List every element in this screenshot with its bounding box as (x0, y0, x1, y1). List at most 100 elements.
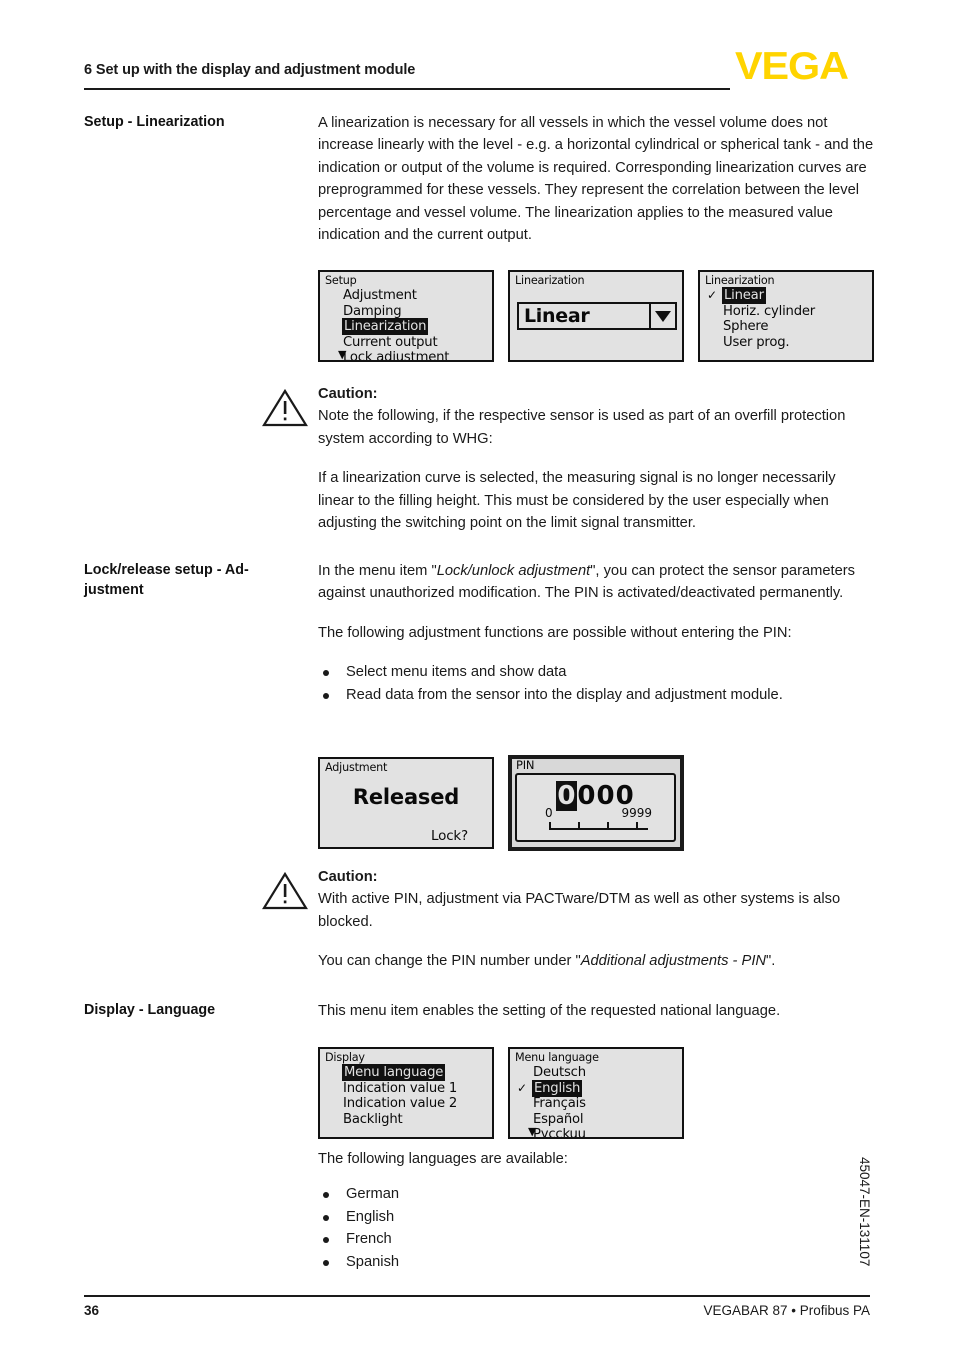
lcd-menu-list: Menu language Indication value 1 Indicat… (325, 1064, 457, 1128)
list-item-label: Damping (343, 303, 402, 319)
list-item: Read data from the sensor into the displ… (318, 684, 874, 706)
list-item-selected[interactable]: Menu language (325, 1064, 457, 1081)
paragraph-emphasis: Additional adjustments - PIN (580, 953, 767, 970)
list-item[interactable]: Damping (325, 304, 449, 320)
list-item-selected[interactable]: ✓ English (515, 1079, 586, 1097)
list-item-label: Español (533, 1111, 584, 1127)
list-item[interactable]: Indication value 2 (325, 1096, 457, 1112)
list-item-label: User prog. (723, 334, 790, 350)
linearization-select[interactable]: Linear (517, 302, 677, 330)
paragraph: A linearization is necessary for all ves… (318, 115, 874, 244)
scale-min-label: 0 (545, 806, 553, 820)
bullet-list-pin-free-functions: Select menu items and show data Read dat… (318, 661, 874, 706)
caution-text: Caution: Note the following, if the respe… (318, 383, 874, 534)
section-heading-display-language: Display - Language (84, 1002, 216, 1018)
lcd-linearization-options[interactable]: Linearization ✓ Linear Horiz. cylinder Sp… (698, 270, 874, 362)
caution-paragraph-2: You can change the PIN number under "Add… (318, 950, 874, 972)
list-item-label: Adjustment (343, 288, 417, 303)
pin-inner-panel: 0000 0 9999 (515, 773, 676, 842)
lcd-title: PIN (516, 758, 535, 772)
list-item[interactable]: Indication value 1 (325, 1081, 457, 1097)
lcd-linearization-dropdown[interactable]: Linearization Linear (508, 270, 684, 362)
lcd-setup-menu[interactable]: Setup Adjustment Damping Linearization C… (318, 270, 494, 362)
list-item-label: Backlight (343, 1111, 403, 1127)
paragraph-part: In the menu item " (318, 563, 437, 579)
list-item[interactable]: User prog. (705, 335, 815, 351)
lcd-pin-entry[interactable]: 0000 0 9999 PIN (508, 755, 684, 851)
chevron-down-icon[interactable] (649, 304, 675, 328)
paragraph-part: You can change the PIN number under " (318, 953, 581, 970)
section-heading-line-2: justment (84, 581, 144, 598)
select-value: Linear (524, 305, 590, 327)
list-item[interactable]: Pуcckuu (515, 1127, 586, 1139)
list-item: Select menu items and show data (318, 661, 874, 683)
list-item-selected[interactable]: Linearization (325, 318, 449, 336)
scale-tick (549, 822, 551, 830)
list-item-label: Indication value 2 (343, 1096, 458, 1112)
section-heading-lock-release: Lock/release setup - Ad- justment (84, 561, 300, 600)
caution-title: Caution: Note the following, if the respe… (318, 383, 874, 450)
list-item[interactable]: Español (515, 1112, 586, 1128)
paragraph: The following languages are available: (318, 1151, 568, 1167)
list-item[interactable]: Sphere (705, 319, 815, 335)
list-item-label: Français (533, 1096, 586, 1112)
section-body-setup-linearization: A linearization is necessary for all ves… (318, 112, 874, 246)
paragraph: This menu item enables the setting of th… (318, 1003, 781, 1019)
list-item-label: Indication value 1 (343, 1080, 458, 1096)
footer-divider (84, 1295, 870, 1297)
list-item-label: Lock adjustment (343, 350, 450, 362)
list-item[interactable]: Backlight (325, 1112, 457, 1128)
pin-range-scale: 0 9999 (545, 806, 652, 832)
scale-max-label: 9999 (621, 806, 652, 820)
lcd-menu-language[interactable]: Menu language Deutsch ✓ English Français … (508, 1047, 684, 1139)
list-item: English (318, 1206, 874, 1228)
caution-paragraph-1: Note the following, if the respective se… (318, 408, 846, 447)
lcd-adjustment-status[interactable]: Adjustment Released Lock? (318, 757, 494, 849)
lcd-title: Setup (325, 274, 357, 287)
scale-tick (578, 822, 581, 830)
list-item: Spanish (318, 1251, 874, 1273)
list-item[interactable]: Français (515, 1096, 586, 1112)
list-item-selected[interactable]: ✓ Linear (705, 287, 815, 304)
paragraph: In the menu item "Lock/unlock adjustment… (318, 560, 874, 605)
section-heading-line-1: Lock/release setup - Ad- (84, 562, 249, 578)
list-item[interactable]: Adjustment (325, 288, 449, 304)
warning-triangle-icon (262, 871, 308, 910)
page-header: 6 Set up with the display and adjustment… (0, 0, 954, 95)
lcd-menu-list: ✓ Linear Horiz. cylinder Sphere User prog… (705, 287, 815, 351)
list-item-label: Pуcckuu (533, 1127, 586, 1139)
list-item[interactable]: Deutsch (515, 1065, 586, 1081)
lock-action-label[interactable]: Lock? (431, 828, 468, 844)
page-number: 36 (84, 1303, 100, 1318)
list-item[interactable]: Horiz. cylinder (705, 304, 815, 320)
section-heading-setup-linearization: Setup - Linearization (84, 114, 225, 130)
lcd-menu-list: Deutsch ✓ English Français Español Pуccku… (515, 1065, 586, 1139)
section-languages-available: The following languages are available: G… (318, 1148, 874, 1273)
caution-paragraph-1: With active PIN, adjustment via PACTware… (318, 891, 841, 930)
scale-tick (635, 822, 638, 830)
lcd-display-menu[interactable]: Display Menu language Indication value 1… (318, 1047, 494, 1139)
scroll-down-icon[interactable]: ▼ (528, 1126, 536, 1137)
scroll-down-icon[interactable]: ▼ (338, 349, 346, 360)
list-item-label: English (531, 1079, 583, 1097)
header-divider (84, 88, 730, 90)
adjustment-status-value: Released (352, 785, 460, 809)
paragraph-emphasis: Lock/unlock adjustment (436, 563, 591, 579)
section-body-lock-release: In the menu item "Lock/unlock adjustment… (318, 560, 874, 706)
lcd-title: Linearization (705, 274, 775, 287)
list-item: German (318, 1183, 874, 1205)
scale-tick (607, 822, 610, 830)
list-item-label: Linear (722, 287, 766, 304)
list-item-label: Deutsch (533, 1065, 586, 1080)
lcd-title: Menu language (515, 1051, 599, 1064)
check-icon: ✓ (707, 288, 717, 302)
bullet-list-languages: German English French Spanish (318, 1183, 874, 1273)
list-item-label: Horiz. cylinder (723, 303, 816, 319)
lcd-title: Linearization (515, 274, 585, 287)
caution-paragraph-2: If a linearization curve is selected, th… (318, 470, 836, 532)
warning-triangle-icon (262, 388, 308, 427)
lcd-title: Adjustment (325, 761, 388, 774)
document-code: 45047-EN-131107 (857, 1157, 872, 1267)
scale-axis (549, 828, 648, 830)
paragraph-part: ". (766, 953, 776, 970)
